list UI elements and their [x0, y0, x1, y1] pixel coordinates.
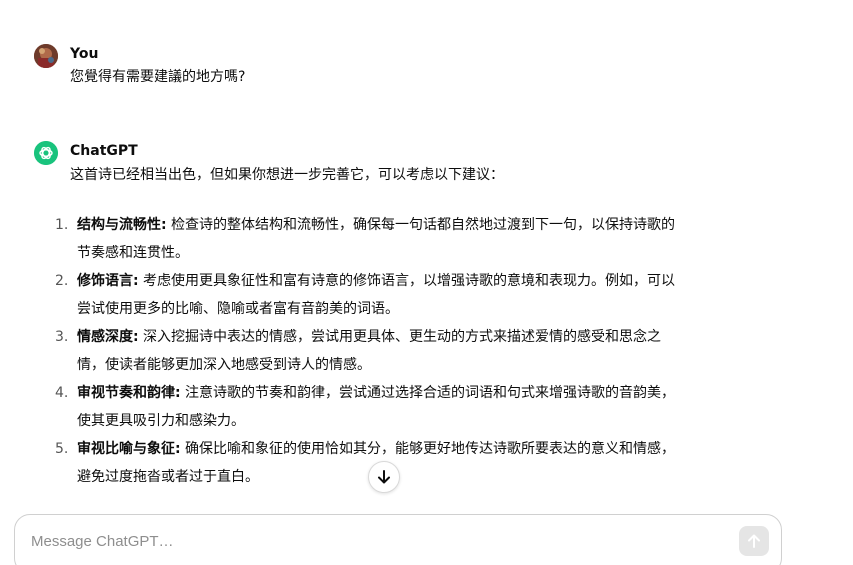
item-line-continued: 节奏感和连贯性。 [77, 245, 189, 261]
arrow-down-icon [378, 470, 390, 484]
user-message-text: 您覺得有需要建議的地方嗎? [70, 69, 246, 85]
chat-page: You 您覺得有需要建議的地方嗎? ChatGPT 这首诗已经相当出色，但如果你… [0, 0, 853, 565]
user-author-name: You [70, 46, 99, 62]
item-line: 审视节奏和韵律: 注意诗歌的节奏和韵律，尝试通过选择合适的词语和句式来增强诗歌的… [77, 379, 768, 407]
item-line: 修饰语言: 考虑使用更具象征性和富有诗意的修饰语言，以增强诗歌的意境和表现力。例… [77, 267, 768, 295]
item-number: 1. [55, 217, 69, 233]
item-line-continued: 尝试使用更多的比喻、隐喻或者富有音韵美的词语。 [77, 301, 399, 317]
item-number: 4. [55, 385, 69, 401]
assistant-intro-text: 这首诗已经相当出色，但如果你想进一步完善它，可以考虑以下建议： [70, 167, 504, 183]
item-number: 5. [55, 441, 69, 457]
message-composer [14, 514, 782, 565]
assistant-author-name: ChatGPT [70, 143, 138, 159]
item-line: 情感深度: 深入挖掘诗中表达的情感，尝试用更具体、更生动的方式来描述爱情的感受和… [77, 323, 768, 351]
list-item: 5. 审视比喻与象征: 确保比喻和象征的使用恰如其分，能够更好地传达诗歌所要表达… [48, 435, 768, 491]
item-title: 修饰语言: [77, 273, 139, 289]
item-number: 2. [55, 273, 69, 289]
list-item: 3. 情感深度: 深入挖掘诗中表达的情感，尝试用更具体、更生动的方式来描述爱情的… [48, 323, 768, 379]
suggestion-list: 1. 结构与流畅性: 检查诗的整体结构和流畅性，确保每一句话都自然地过渡到下一句… [48, 211, 768, 491]
item-title: 结构与流畅性: [77, 217, 167, 233]
item-line-continued: 使其更具吸引力和感染力。 [77, 413, 245, 429]
user-avatar [34, 44, 58, 68]
item-text: 注意诗歌的节奏和韵律，尝试通过选择合适的词语和句式来增强诗歌的音韵美， [180, 385, 676, 401]
item-text: 深入挖掘诗中表达的情感，尝试用更具体、更生动的方式来描述爱情的感受和思念之 [138, 329, 662, 345]
item-text: 考虑使用更具象征性和富有诗意的修饰语言，以增强诗歌的意境和表现力。例如，可以 [138, 273, 676, 289]
scroll-to-bottom-button[interactable] [368, 461, 400, 493]
openai-logo-icon [34, 141, 58, 165]
item-line: 审视比喻与象征: 确保比喻和象征的使用恰如其分，能够更好地传达诗歌所要表达的意义… [77, 435, 768, 463]
item-line: 结构与流畅性: 检查诗的整体结构和流畅性，确保每一句话都自然地过渡到下一句，以保… [77, 211, 768, 239]
arrow-up-icon [748, 534, 760, 548]
item-title: 审视节奏和韵律: [77, 385, 181, 401]
list-item: 1. 结构与流畅性: 检查诗的整体结构和流畅性，确保每一句话都自然地过渡到下一句… [48, 211, 768, 267]
user-avatar-image [34, 44, 58, 68]
item-number: 3. [55, 329, 69, 345]
item-text: 检查诗的整体结构和流畅性，确保每一句话都自然地过渡到下一句，以保持诗歌的 [166, 217, 676, 233]
list-item: 2. 修饰语言: 考虑使用更具象征性和富有诗意的修饰语言，以增强诗歌的意境和表现… [48, 267, 768, 323]
item-title: 情感深度: [77, 329, 139, 345]
item-line-continued: 情，使读者能够更加深入地感受到诗人的情感。 [77, 357, 371, 373]
send-button[interactable] [739, 526, 769, 556]
list-item: 4. 审视节奏和韵律: 注意诗歌的节奏和韵律，尝试通过选择合适的词语和句式来增强… [48, 379, 768, 435]
item-line-continued: 避免过度拖沓或者过于直白。 [77, 469, 259, 485]
message-input[interactable] [31, 533, 711, 550]
item-title: 审视比喻与象征: [77, 441, 181, 457]
item-text: 确保比喻和象征的使用恰如其分，能够更好地传达诗歌所要表达的意义和情感， [180, 441, 676, 457]
